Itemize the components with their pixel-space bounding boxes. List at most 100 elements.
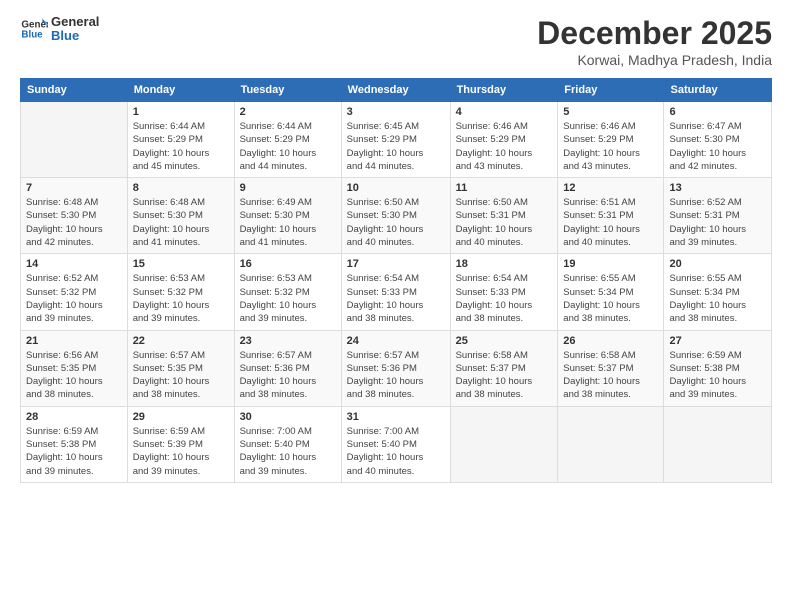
day-info: Sunrise: 6:49 AM Sunset: 5:30 PM Dayligh…: [240, 196, 336, 249]
logo-general: General: [51, 15, 99, 29]
header: General Blue General Blue December 2025 …: [20, 15, 772, 68]
table-row: 13 Sunrise: 6:52 AM Sunset: 5:31 PM Dayli…: [664, 178, 772, 254]
table-row: 24 Sunrise: 6:57 AM Sunset: 5:36 PM Dayli…: [341, 330, 450, 406]
day-number: 30: [240, 411, 336, 423]
table-row: [558, 406, 664, 482]
calendar-week-row: 1 Sunrise: 6:44 AM Sunset: 5:29 PM Daylig…: [21, 102, 772, 178]
table-row: 1Sunrise: 6:44 AM Sunset: 5:29 PM Daylig…: [127, 102, 234, 178]
day-number: 14: [26, 258, 122, 270]
month-title: December 2025: [537, 15, 772, 52]
day-info: Sunrise: 6:57 AM Sunset: 5:35 PM Dayligh…: [133, 349, 229, 402]
day-info: Sunrise: 6:50 AM Sunset: 5:30 PM Dayligh…: [347, 196, 445, 249]
day-info: Sunrise: 6:57 AM Sunset: 5:36 PM Dayligh…: [347, 349, 445, 402]
day-info: Sunrise: 6:57 AM Sunset: 5:36 PM Dayligh…: [240, 349, 336, 402]
day-info: Sunrise: 7:00 AM Sunset: 5:40 PM Dayligh…: [240, 425, 336, 478]
day-info: Sunrise: 6:55 AM Sunset: 5:34 PM Dayligh…: [563, 272, 658, 325]
day-info: Sunrise: 6:54 AM Sunset: 5:33 PM Dayligh…: [456, 272, 553, 325]
day-number: 16: [240, 258, 336, 270]
day-number: 17: [347, 258, 445, 270]
day-number: 4: [456, 106, 553, 118]
day-info: Sunrise: 6:46 AM Sunset: 5:29 PM Dayligh…: [456, 120, 553, 173]
day-number: 23: [240, 335, 336, 347]
page: General Blue General Blue December 2025 …: [0, 0, 792, 612]
day-info: Sunrise: 6:45 AM Sunset: 5:29 PM Dayligh…: [347, 120, 445, 173]
day-info: Sunrise: 6:56 AM Sunset: 5:35 PM Dayligh…: [26, 349, 122, 402]
table-row: 20Sunrise: 6:55 AM Sunset: 5:34 PM Dayli…: [664, 254, 772, 330]
day-number: 19: [563, 258, 658, 270]
table-row: 17Sunrise: 6:54 AM Sunset: 5:33 PM Dayli…: [341, 254, 450, 330]
calendar-week-row: 21 Sunrise: 6:56 AM Sunset: 5:35 PM Dayli…: [21, 330, 772, 406]
day-info: Sunrise: 6:48 AM Sunset: 5:30 PM Dayligh…: [26, 196, 122, 249]
table-row: 27Sunrise: 6:59 AM Sunset: 5:38 PM Dayli…: [664, 330, 772, 406]
table-row: [450, 406, 558, 482]
col-wednesday: Wednesday: [341, 79, 450, 102]
col-sunday: Sunday: [21, 79, 128, 102]
logo-icon: General Blue: [20, 15, 48, 43]
col-tuesday: Tuesday: [234, 79, 341, 102]
table-row: 21 Sunrise: 6:56 AM Sunset: 5:35 PM Dayli…: [21, 330, 128, 406]
day-number: 3: [347, 106, 445, 118]
day-number: 12: [563, 182, 658, 194]
table-row: 28 Sunrise: 6:59 AM Sunset: 5:38 PM Dayli…: [21, 406, 128, 482]
day-number: 31: [347, 411, 445, 423]
day-info: Sunrise: 6:52 AM Sunset: 5:32 PM Dayligh…: [26, 272, 122, 325]
table-row: 4 Sunrise: 6:46 AM Sunset: 5:29 PM Daylig…: [450, 102, 558, 178]
table-row: 18Sunrise: 6:54 AM Sunset: 5:33 PM Dayli…: [450, 254, 558, 330]
logo: General Blue General Blue: [20, 15, 99, 44]
day-info: Sunrise: 6:59 AM Sunset: 5:38 PM Dayligh…: [26, 425, 122, 478]
table-row: 3 Sunrise: 6:45 AM Sunset: 5:29 PM Daylig…: [341, 102, 450, 178]
day-info: Sunrise: 6:58 AM Sunset: 5:37 PM Dayligh…: [563, 349, 658, 402]
table-row: 25 Sunrise: 6:58 AM Sunset: 5:37 PM Dayli…: [450, 330, 558, 406]
col-thursday: Thursday: [450, 79, 558, 102]
day-info: Sunrise: 6:58 AM Sunset: 5:37 PM Dayligh…: [456, 349, 553, 402]
day-info: Sunrise: 6:59 AM Sunset: 5:39 PM Dayligh…: [133, 425, 229, 478]
day-info: Sunrise: 6:53 AM Sunset: 5:32 PM Dayligh…: [240, 272, 336, 325]
day-number: 10: [347, 182, 445, 194]
table-row: 11Sunrise: 6:50 AM Sunset: 5:31 PM Dayli…: [450, 178, 558, 254]
day-number: 11: [456, 182, 553, 194]
day-info: Sunrise: 6:47 AM Sunset: 5:30 PM Dayligh…: [669, 120, 766, 173]
day-number: 5: [563, 106, 658, 118]
day-number: 20: [669, 258, 766, 270]
table-row: 23 Sunrise: 6:57 AM Sunset: 5:36 PM Dayli…: [234, 330, 341, 406]
day-number: 15: [133, 258, 229, 270]
day-info: Sunrise: 6:44 AM Sunset: 5:29 PM Dayligh…: [240, 120, 336, 173]
table-row: 2 Sunrise: 6:44 AM Sunset: 5:29 PM Daylig…: [234, 102, 341, 178]
day-number: 22: [133, 335, 229, 347]
table-row: 16 Sunrise: 6:53 AM Sunset: 5:32 PM Dayli…: [234, 254, 341, 330]
table-row: 19 Sunrise: 6:55 AM Sunset: 5:34 PM Dayli…: [558, 254, 664, 330]
day-number: 26: [563, 335, 658, 347]
day-number: 8: [133, 182, 229, 194]
day-number: 21: [26, 335, 122, 347]
calendar-week-row: 14 Sunrise: 6:52 AM Sunset: 5:32 PM Dayli…: [21, 254, 772, 330]
col-friday: Friday: [558, 79, 664, 102]
day-info: Sunrise: 6:51 AM Sunset: 5:31 PM Dayligh…: [563, 196, 658, 249]
day-info: Sunrise: 6:52 AM Sunset: 5:31 PM Dayligh…: [669, 196, 766, 249]
day-number: 2: [240, 106, 336, 118]
table-row: 7Sunrise: 6:48 AM Sunset: 5:30 PM Daylig…: [21, 178, 128, 254]
table-row: 9Sunrise: 6:49 AM Sunset: 5:30 PM Daylig…: [234, 178, 341, 254]
table-row: 10 Sunrise: 6:50 AM Sunset: 5:30 PM Dayli…: [341, 178, 450, 254]
day-number: 6: [669, 106, 766, 118]
day-number: 24: [347, 335, 445, 347]
day-info: Sunrise: 7:00 AM Sunset: 5:40 PM Dayligh…: [347, 425, 445, 478]
table-row: 5Sunrise: 6:46 AM Sunset: 5:29 PM Daylig…: [558, 102, 664, 178]
day-number: 28: [26, 411, 122, 423]
table-row: 15 Sunrise: 6:53 AM Sunset: 5:32 PM Dayli…: [127, 254, 234, 330]
day-number: 27: [669, 335, 766, 347]
svg-text:Blue: Blue: [21, 30, 43, 41]
logo-blue: Blue: [51, 29, 99, 43]
day-info: Sunrise: 6:48 AM Sunset: 5:30 PM Dayligh…: [133, 196, 229, 249]
day-info: Sunrise: 6:53 AM Sunset: 5:32 PM Dayligh…: [133, 272, 229, 325]
day-number: 1: [133, 106, 229, 118]
table-row: 8 Sunrise: 6:48 AM Sunset: 5:30 PM Daylig…: [127, 178, 234, 254]
calendar-table: Sunday Monday Tuesday Wednesday Thursday…: [20, 78, 772, 483]
day-number: 29: [133, 411, 229, 423]
table-row: 30 Sunrise: 7:00 AM Sunset: 5:40 PM Dayli…: [234, 406, 341, 482]
table-row: 26 Sunrise: 6:58 AM Sunset: 5:37 PM Dayli…: [558, 330, 664, 406]
calendar-week-row: 7Sunrise: 6:48 AM Sunset: 5:30 PM Daylig…: [21, 178, 772, 254]
table-row: 6 Sunrise: 6:47 AM Sunset: 5:30 PM Daylig…: [664, 102, 772, 178]
day-number: 25: [456, 335, 553, 347]
table-row: 14 Sunrise: 6:52 AM Sunset: 5:32 PM Dayli…: [21, 254, 128, 330]
day-number: 13: [669, 182, 766, 194]
